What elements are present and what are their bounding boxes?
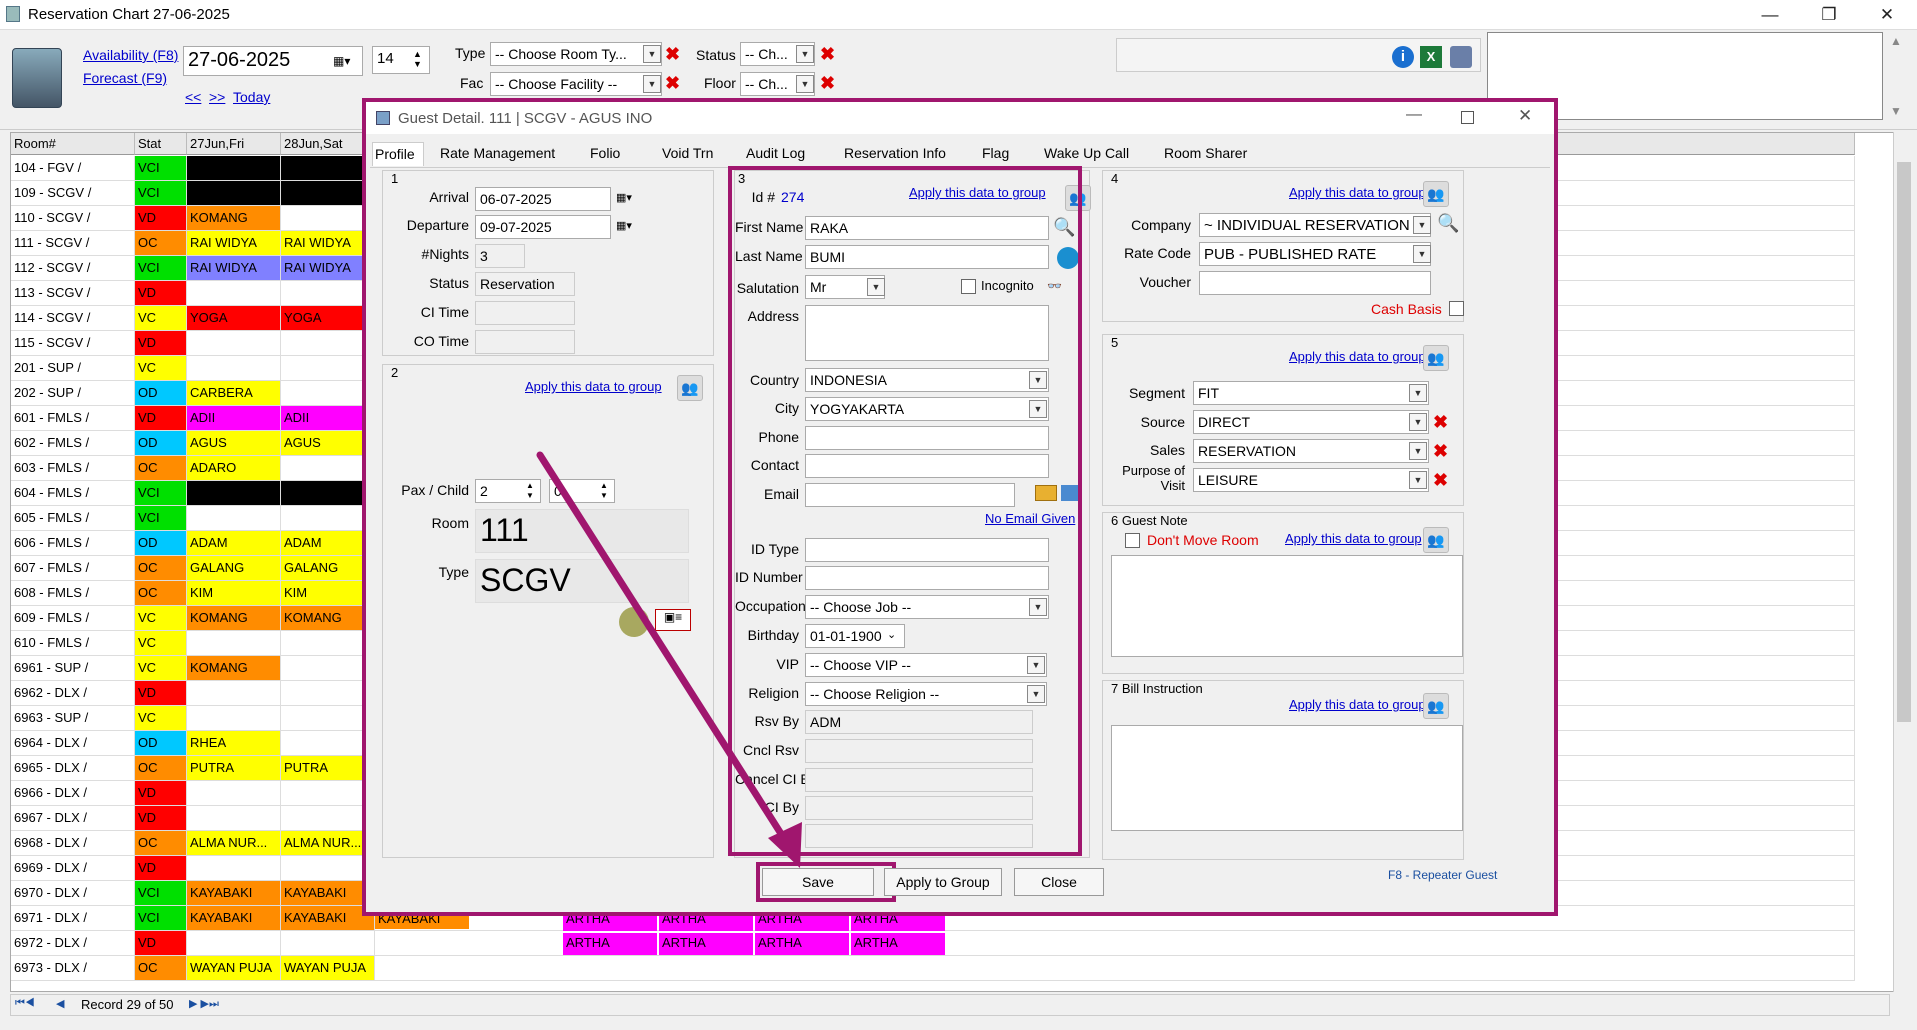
arrow-shaft — [536, 451, 789, 844]
arrow-head — [768, 822, 802, 868]
annotation-arrow — [536, 451, 802, 868]
app-root: Reservation Chart 27-06-2025 — ❐ ✕ Avail… — [0, 0, 1917, 1030]
